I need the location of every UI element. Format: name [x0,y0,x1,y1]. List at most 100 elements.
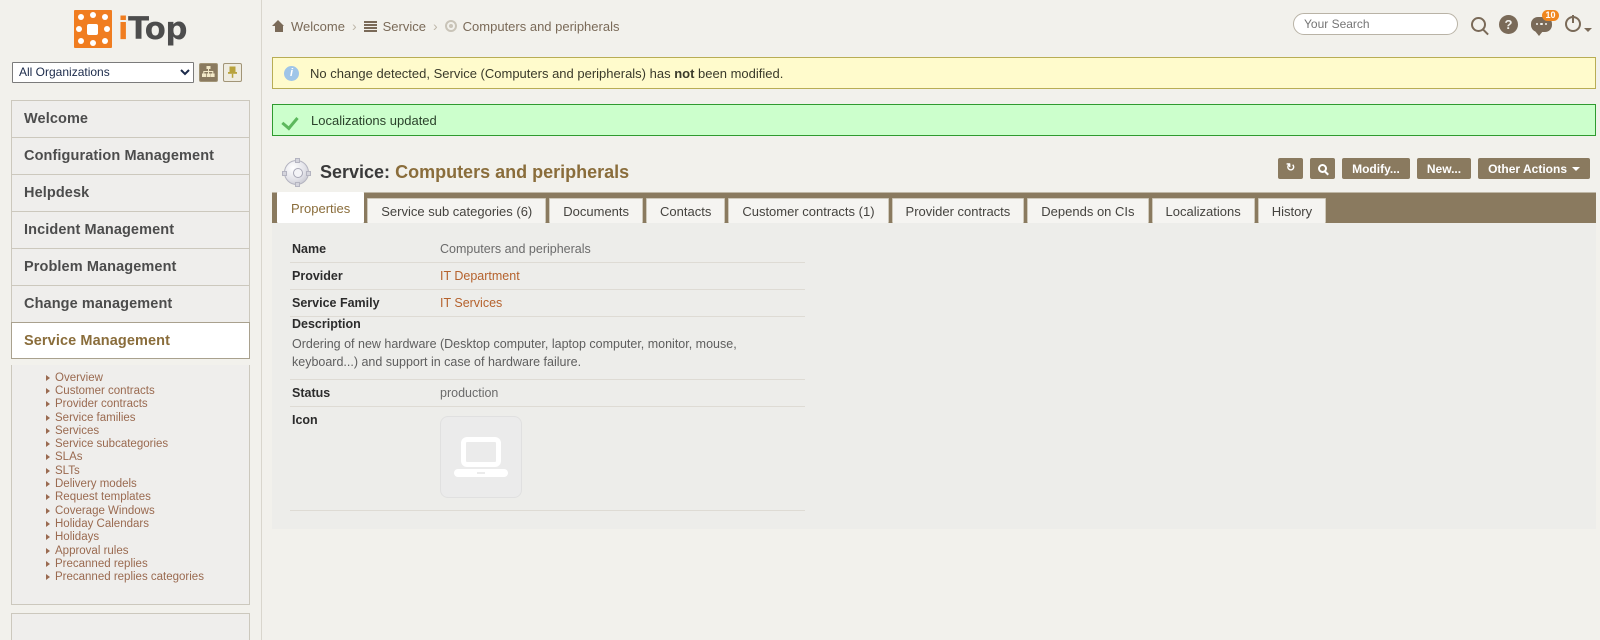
tab-customer-contracts[interactable]: Customer contracts (1) [728,198,888,223]
logout-button[interactable] [1565,16,1592,32]
object-search-button[interactable] [1310,158,1335,179]
list-icon [364,21,377,32]
field-value: production [440,380,805,407]
breadcrumb-separator: › [433,18,438,34]
alert-text: No change detected, Service (Computers a… [310,66,783,81]
bullet-caret-icon [46,441,50,447]
submenu-item-slas[interactable]: SLAs [12,451,249,464]
tab-label: Properties [291,201,350,216]
new-button[interactable]: New... [1417,158,1471,179]
submenu-item-label: SLTs [55,465,80,477]
sidebar-item-service-management[interactable]: Service Management [11,322,250,359]
tab-contacts[interactable]: Contacts [646,198,725,223]
description-label: Description [290,317,805,331]
bullet-caret-icon [46,454,50,460]
breadcrumb-item-service[interactable]: Service [364,19,426,34]
sidebar-item-label: Helpdesk [24,185,89,201]
bullet-caret-icon [46,561,50,567]
field-value-link[interactable]: IT Department [440,263,805,290]
field-value-link[interactable]: IT Services [440,290,805,317]
tab-service-sub-categories[interactable]: Service sub categories (6) [367,198,546,223]
main-menu: Welcome Configuration Management Helpdes… [11,100,250,359]
bullet-caret-icon [46,388,50,394]
description-value: Ordering of new hardware (Desktop comput… [290,331,805,380]
submenu-item-label: Customer contracts [55,385,155,397]
field-value: Computers and peripherals [440,236,805,263]
submenu-item-coverage-windows[interactable]: Coverage Windows [12,504,249,517]
chevron-down-icon [1572,167,1580,171]
alert-text-after: been modified. [694,66,783,81]
breadcrumb-label: Welcome [291,19,345,34]
sidebar-bottom-panel [11,613,250,640]
search-input[interactable] [1293,13,1458,35]
submenu-item-label: Holidays [55,531,99,543]
info-icon: i [284,66,299,81]
search-icon [1318,164,1327,173]
field-label: Provider [290,263,440,290]
submenu-item-approval-rules[interactable]: Approval rules [12,544,249,557]
messages-button[interactable]: 10 [1531,17,1552,32]
organization-select[interactable]: All Organizations [12,62,194,83]
tab-provider-contracts[interactable]: Provider contracts [892,198,1025,223]
bullet-caret-icon [46,508,50,514]
sidebar-item-welcome[interactable]: Welcome [11,100,250,137]
submenu-item-slts[interactable]: SLTs [12,464,249,477]
bullet-caret-icon [46,548,50,554]
field-row-status: Status production [290,380,805,407]
submenu-item-holidays[interactable]: Holidays [12,531,249,544]
sidebar-item-problem-management[interactable]: Problem Management [11,248,250,285]
modify-button[interactable]: Modify... [1342,158,1410,179]
alert-text-emphasis: not [674,66,694,81]
field-value-icon [440,407,805,511]
tab-properties[interactable]: Properties [277,192,364,223]
submenu-item-precanned-replies[interactable]: Precanned replies [12,557,249,570]
laptop-icon [454,437,508,477]
messages-badge: 10 [1542,10,1559,22]
breadcrumb-separator: › [352,18,357,34]
breadcrumb-item-current[interactable]: Computers and peripherals [445,19,620,34]
object-actions-toolbar: ↻ Modify... New... Other Actions [1278,158,1590,179]
submenu-item-provider-contracts[interactable]: Provider contracts [12,398,249,411]
search-icon[interactable] [1471,17,1486,32]
submenu-item-delivery-models[interactable]: Delivery models [12,477,249,490]
breadcrumb-item-welcome[interactable]: Welcome [272,19,345,34]
itop-application-window: iTop All Organizations [0,0,1600,640]
check-icon [284,114,300,127]
page-title: Service: Computers and peripherals [320,162,629,183]
sidebar-item-configuration-management[interactable]: Configuration Management [11,137,250,174]
submenu-item-customer-contracts[interactable]: Customer contracts [12,384,249,397]
app-logo[interactable]: iTop [0,0,261,58]
tab-history[interactable]: History [1258,198,1326,223]
tab-localizations[interactable]: Localizations [1152,198,1255,223]
tab-label: Depends on CIs [1041,204,1134,219]
submenu-item-services[interactable]: Services [12,424,249,437]
tab-label: Customer contracts (1) [742,204,874,219]
tab-documents[interactable]: Documents [549,198,643,223]
properties-table: Name Computers and peripherals Provider … [290,236,805,317]
help-icon[interactable]: ? [1499,15,1518,34]
submenu-item-label: Overview [55,372,103,384]
bullet-caret-icon [46,494,50,500]
submenu-item-service-subcategories[interactable]: Service subcategories [12,437,249,450]
sidebar-item-incident-management[interactable]: Incident Management [11,211,250,248]
submenu-item-precanned-replies-categories[interactable]: Precanned replies categories [12,570,249,583]
pin-sidebar-button[interactable] [223,63,242,82]
submenu-item-label: Provider contracts [55,398,148,410]
submenu-item-overview[interactable]: Overview [12,371,249,384]
submenu-item-holiday-calendars[interactable]: Holiday Calendars [12,517,249,530]
submenu-item-label: Holiday Calendars [55,518,149,530]
alert-text-before: No change detected, Service (Computers a… [310,66,674,81]
refresh-button[interactable]: ↻ [1278,158,1303,179]
tab-depends-on-cis[interactable]: Depends on CIs [1027,198,1148,223]
sidebar-item-helpdesk[interactable]: Helpdesk [11,174,250,211]
breadcrumb-label: Computers and peripherals [463,19,620,34]
submenu-item-request-templates[interactable]: Request templates [12,491,249,504]
sidebar-item-change-management[interactable]: Change management [11,285,250,322]
org-hierarchy-button[interactable] [199,63,218,82]
field-label: Icon [290,407,440,511]
submenu-item-service-families[interactable]: Service families [12,411,249,424]
bullet-caret-icon [46,481,50,487]
tab-label: Contacts [660,204,711,219]
properties-table-secondary: Status production Icon [290,380,805,511]
other-actions-button[interactable]: Other Actions [1478,158,1590,179]
